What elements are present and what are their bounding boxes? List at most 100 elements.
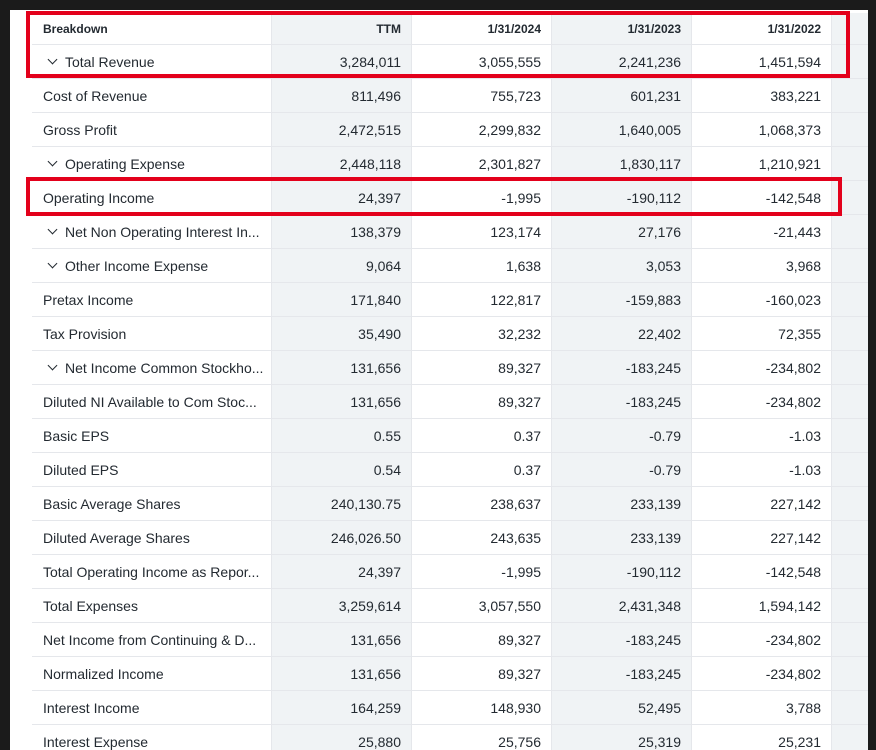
value-cell: -159,883	[552, 283, 692, 316]
table-row-total-revenue[interactable]: Total Revenue 3,284,011 3,055,555 2,241,236…	[32, 45, 868, 79]
chevron-down-icon[interactable]	[47, 156, 58, 167]
overflow-cell	[832, 283, 868, 316]
overflow-cell	[832, 181, 868, 214]
row-label: Total Operating Income as Repor...	[43, 563, 260, 580]
value-cell: -183,245	[552, 385, 692, 418]
table-row-net-income-common-stockho[interactable]: Net Income Common Stockho... 131,656 89,32…	[32, 351, 868, 385]
value-cell: -0.79	[552, 453, 692, 486]
table-row-other-income-expense[interactable]: Other Income Expense 9,064 1,638 3,053 3,968	[32, 249, 868, 283]
value-cell: 0.55	[272, 419, 412, 452]
row-label: Total Revenue	[65, 53, 155, 70]
table-row-interest-expense: Interest Expense 25,880 25,756 25,319 25,231	[32, 725, 868, 750]
value-cell: 233,139	[552, 487, 692, 520]
overflow-cell	[832, 351, 868, 384]
value-cell: -1,995	[412, 181, 552, 214]
table-row-diluted-ni-available-to-com-stoc: Diluted NI Available to Com Stoc... 131,6…	[32, 385, 868, 419]
row-label: Diluted Average Shares	[43, 529, 190, 546]
table-row-basic-average-shares: Basic Average Shares 240,130.75 238,637 233…	[32, 487, 868, 521]
row-label: Other Income Expense	[65, 257, 209, 274]
value-cell: 171,840	[272, 283, 412, 316]
chevron-down-icon[interactable]	[47, 224, 58, 235]
table-row-diluted-average-shares: Diluted Average Shares 246,026.50 243,635 2…	[32, 521, 868, 555]
value-cell: 122,817	[412, 283, 552, 316]
value-cell: 131,656	[272, 623, 412, 656]
table-row-interest-income: Interest Income 164,259 148,930 52,495 3,788	[32, 691, 868, 725]
overflow-cell	[832, 521, 868, 554]
value-cell: 238,637	[412, 487, 552, 520]
value-cell: 2,299,832	[412, 113, 552, 146]
value-cell: 240,130.75	[272, 487, 412, 520]
row-label: Interest Expense	[43, 733, 149, 750]
table-row-pretax-income: Pretax Income 171,840 122,817 -159,883 -160,…	[32, 283, 868, 317]
value-cell: 2,472,515	[272, 113, 412, 146]
column-header-overflow	[832, 13, 868, 44]
value-cell: 131,656	[272, 351, 412, 384]
row-label-cell[interactable]: Net Income Common Stockho...	[32, 351, 272, 384]
chevron-down-icon[interactable]	[47, 258, 58, 269]
row-label: Net Income Common Stockho...	[65, 359, 264, 376]
table-row-operating-expense[interactable]: Operating Expense 2,448,118 2,301,827 1,830…	[32, 147, 868, 181]
value-cell: -1.03	[692, 419, 832, 452]
column-header-2022: 1/31/2022	[692, 13, 832, 44]
column-header-2023: 1/31/2023	[552, 13, 692, 44]
overflow-cell	[832, 317, 868, 350]
table-row-gross-profit: Gross Profit 2,472,515 2,299,832 1,640,005 1…	[32, 113, 868, 147]
row-label-cell[interactable]: Net Non Operating Interest In...	[32, 215, 272, 248]
row-label-cell: Diluted Average Shares	[32, 521, 272, 554]
overflow-cell	[832, 419, 868, 452]
overflow-cell	[832, 623, 868, 656]
row-label: Basic Average Shares	[43, 495, 181, 512]
table-row-operating-income: Operating Income 24,397 -1,995 -190,112 -142…	[32, 181, 868, 215]
value-cell: 755,723	[412, 79, 552, 112]
value-cell: 123,174	[412, 215, 552, 248]
row-label-cell[interactable]: Other Income Expense	[32, 249, 272, 282]
value-cell: 2,448,118	[272, 147, 412, 180]
chevron-down-icon[interactable]	[47, 54, 58, 65]
overflow-cell	[832, 45, 868, 78]
table-row-normalized-income: Normalized Income 131,656 89,327 -183,245 -2…	[32, 657, 868, 691]
overflow-cell	[832, 79, 868, 112]
value-cell: 131,656	[272, 657, 412, 690]
row-label: Net Income from Continuing & D...	[43, 631, 257, 648]
row-label-cell[interactable]: Total Revenue	[32, 45, 272, 78]
table-row-net-income-from-continuing-d: Net Income from Continuing & D... 131,656…	[32, 623, 868, 657]
value-cell: 1,451,594	[692, 45, 832, 78]
value-cell: -234,802	[692, 657, 832, 690]
value-cell: 9,064	[272, 249, 412, 282]
row-label-cell: Normalized Income	[32, 657, 272, 690]
value-cell: 89,327	[412, 657, 552, 690]
value-cell: 32,232	[412, 317, 552, 350]
row-label: Gross Profit	[43, 121, 117, 138]
table-row-cost-of-revenue: Cost of Revenue 811,496 755,723 601,231 383,…	[32, 79, 868, 113]
value-cell: -234,802	[692, 385, 832, 418]
row-label: Net Non Operating Interest In...	[65, 223, 260, 240]
overflow-cell	[832, 555, 868, 588]
value-cell: 811,496	[272, 79, 412, 112]
value-cell: 233,139	[552, 521, 692, 554]
value-cell: 72,355	[692, 317, 832, 350]
table-row-net-non-operating-interest-in[interactable]: Net Non Operating Interest In... 138,379 1…	[32, 215, 868, 249]
value-cell: 243,635	[412, 521, 552, 554]
row-label-cell[interactable]: Operating Expense	[32, 147, 272, 180]
row-label-cell: Diluted EPS	[32, 453, 272, 486]
overflow-cell	[832, 453, 868, 486]
value-cell: -142,548	[692, 555, 832, 588]
row-label-cell: Basic Average Shares	[32, 487, 272, 520]
value-cell: -160,023	[692, 283, 832, 316]
overflow-cell	[832, 487, 868, 520]
table-header-row: Breakdown TTM 1/31/2024 1/31/2023 1/31/2…	[32, 13, 868, 45]
column-header-ttm: TTM	[272, 13, 412, 44]
table-row-total-operating-income-as-repor: Total Operating Income as Repor... 24,397…	[32, 555, 868, 589]
overflow-cell	[832, 385, 868, 418]
value-cell: 25,880	[272, 725, 412, 750]
value-cell: -1,995	[412, 555, 552, 588]
row-label-cell: Total Expenses	[32, 589, 272, 622]
value-cell: 1,210,921	[692, 147, 832, 180]
value-cell: 227,142	[692, 487, 832, 520]
chevron-down-icon[interactable]	[47, 360, 58, 371]
row-label-cell: Interest Income	[32, 691, 272, 724]
value-cell: 227,142	[692, 521, 832, 554]
overflow-cell	[832, 249, 868, 282]
value-cell: 24,397	[272, 555, 412, 588]
column-header-2024: 1/31/2024	[412, 13, 552, 44]
